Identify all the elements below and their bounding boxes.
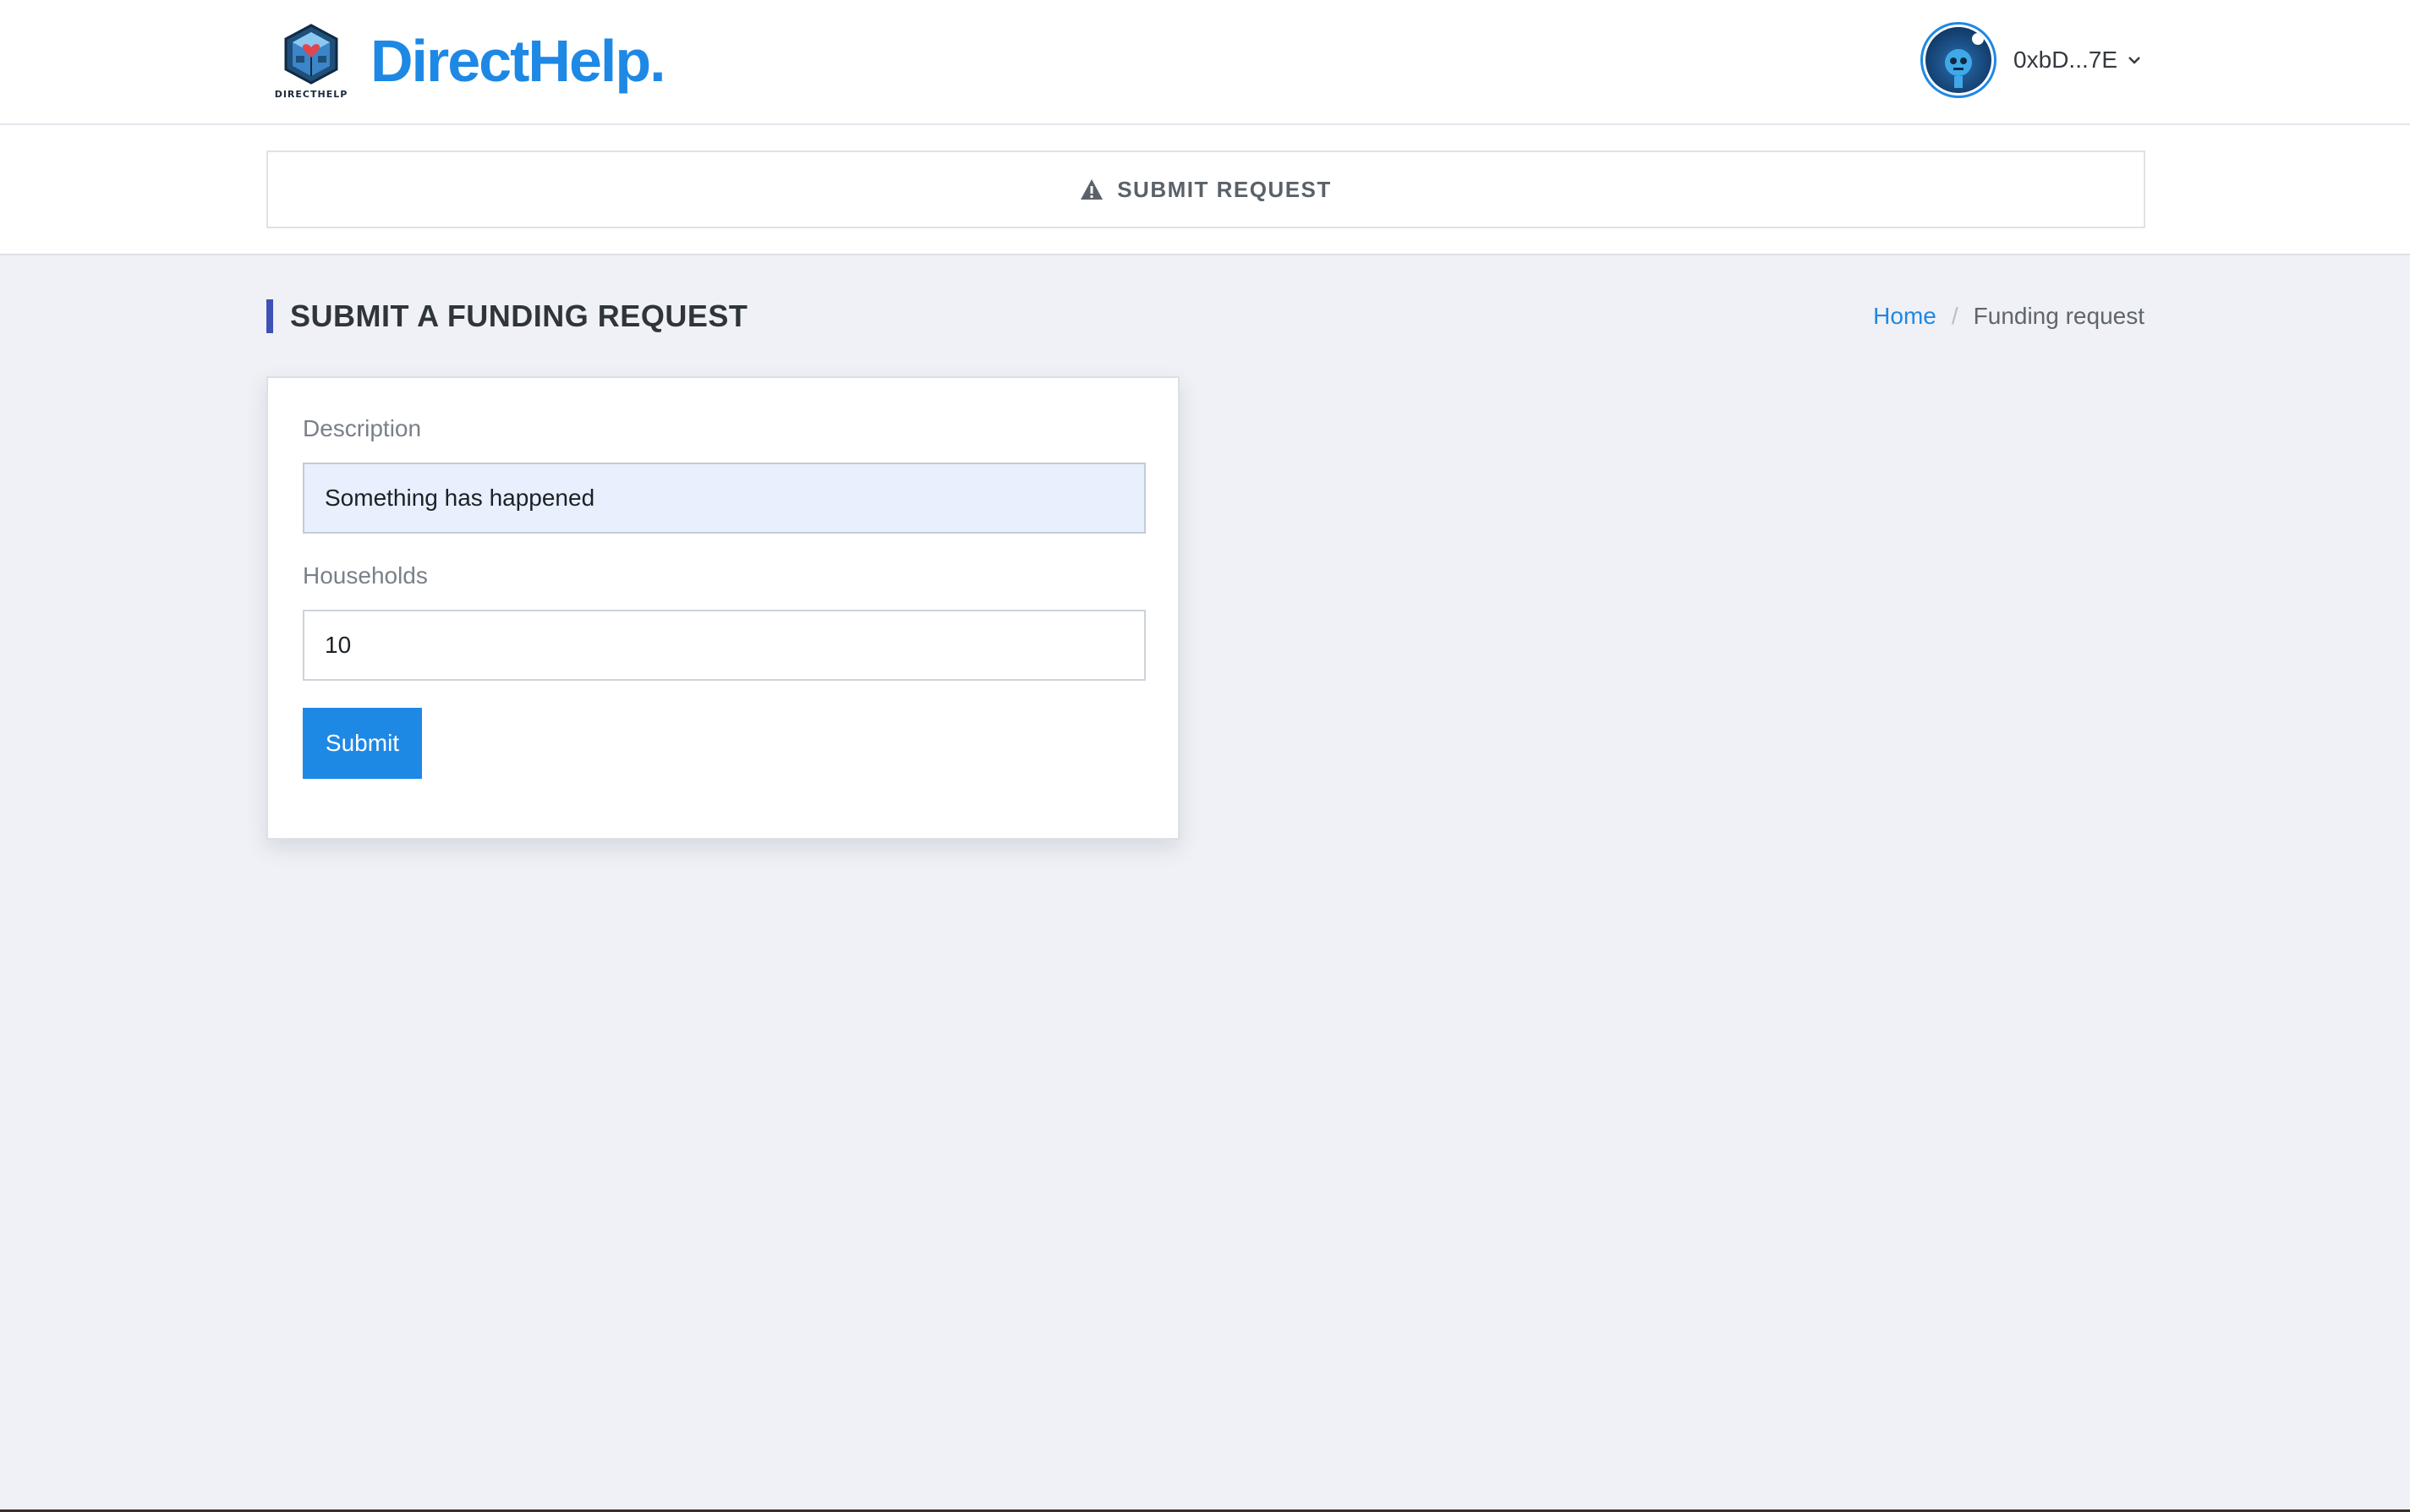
breadcrumb-home-link[interactable]: Home <box>1873 301 1936 331</box>
submit-request-nav-label: SUBMIT REQUEST <box>1117 176 1332 202</box>
description-input[interactable] <box>303 463 1146 534</box>
top-header: DIRECTHELP DirectHelp. 0xbD...7E <box>0 0 2410 125</box>
households-input[interactable] <box>303 610 1146 681</box>
breadcrumb-current: Funding request <box>1973 303 2144 329</box>
chevron-down-icon <box>2128 57 2140 64</box>
account-address: 0xbD...7E <box>2013 47 2117 73</box>
households-label: Households <box>303 562 428 589</box>
breadcrumb: Home / Funding request <box>1873 301 2144 331</box>
submit-request-nav-item[interactable]: SUBMIT REQUEST <box>266 151 2145 228</box>
description-label: Description <box>303 415 422 441</box>
submit-button[interactable]: Submit <box>303 708 422 779</box>
brand-name: DirectHelp. <box>370 28 666 94</box>
sub-navigation: SUBMIT REQUEST <box>0 125 2410 255</box>
warning-triangle-icon <box>1081 179 1104 200</box>
logo-caption: DIRECTHELP <box>274 89 348 100</box>
account-menu-toggle[interactable]: 0xbD...7E <box>1920 22 2143 98</box>
robot-avatar-icon <box>1920 22 1997 98</box>
brand-logo-link[interactable]: DIRECTHELP DirectHelp. <box>269 22 666 100</box>
breadcrumb-separator: / <box>1951 303 1958 329</box>
heart-cube-logo-icon: DIRECTHELP <box>269 22 353 100</box>
page-title: SUBMIT A FUNDING REQUEST <box>266 299 748 333</box>
funding-request-form-card: Description Households Submit <box>266 376 1180 840</box>
